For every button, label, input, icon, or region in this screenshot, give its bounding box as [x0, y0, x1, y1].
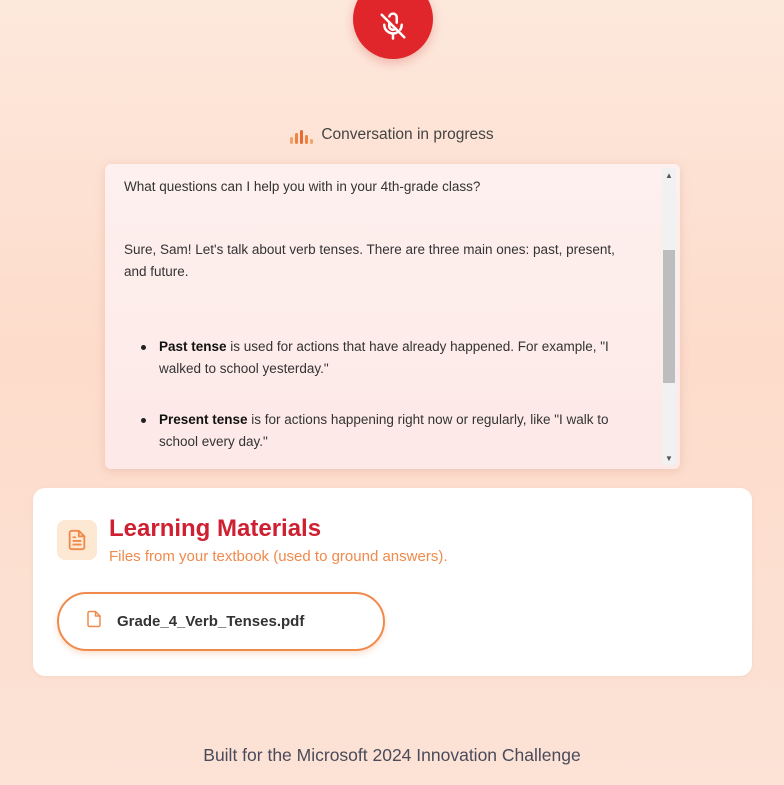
- bullet-text: is used for actions that have already ha…: [159, 338, 609, 377]
- bullet-term: Past tense: [159, 338, 227, 354]
- chat-bullet-list: Past tense is used for actions that have…: [124, 336, 635, 454]
- chat-transcript[interactable]: What questions can I help you with in yo…: [105, 164, 680, 469]
- chat-scrollbar[interactable]: ▲ ▼: [662, 168, 676, 465]
- scrollbar-thumb[interactable]: [663, 250, 675, 383]
- chat-message: Sure, Sam! Let's talk about verb tenses.…: [124, 241, 615, 280]
- scroll-up-arrow-icon[interactable]: ▲: [662, 168, 676, 182]
- document-icon: [57, 520, 97, 560]
- list-item: Past tense is used for actions that have…: [141, 336, 635, 381]
- file-icon: [85, 609, 103, 634]
- list-item: Present tense is for actions happening r…: [141, 409, 635, 454]
- scroll-down-arrow-icon[interactable]: ▼: [662, 451, 676, 465]
- microphone-off-icon: [378, 11, 408, 46]
- materials-title: Learning Materials: [109, 515, 322, 542]
- status-text: Conversation in progress: [321, 126, 494, 143]
- footer-text: Built for the Microsoft 2024 Innovation …: [203, 745, 581, 765]
- bullet-term: Present tense: [159, 411, 248, 427]
- audio-bars-icon: [290, 130, 314, 144]
- chat-message: What questions can I help you with in yo…: [124, 179, 481, 194]
- learning-materials-card: Learning Materials Files from your textb…: [33, 488, 752, 676]
- file-item[interactable]: Grade_4_Verb_Tenses.pdf: [57, 592, 385, 651]
- materials-subtitle: Files from your textbook (used to ground…: [109, 548, 448, 565]
- file-name: Grade_4_Verb_Tenses.pdf: [117, 613, 305, 630]
- mute-microphone-button[interactable]: [353, 0, 433, 59]
- conversation-status: Conversation in progress: [0, 126, 784, 144]
